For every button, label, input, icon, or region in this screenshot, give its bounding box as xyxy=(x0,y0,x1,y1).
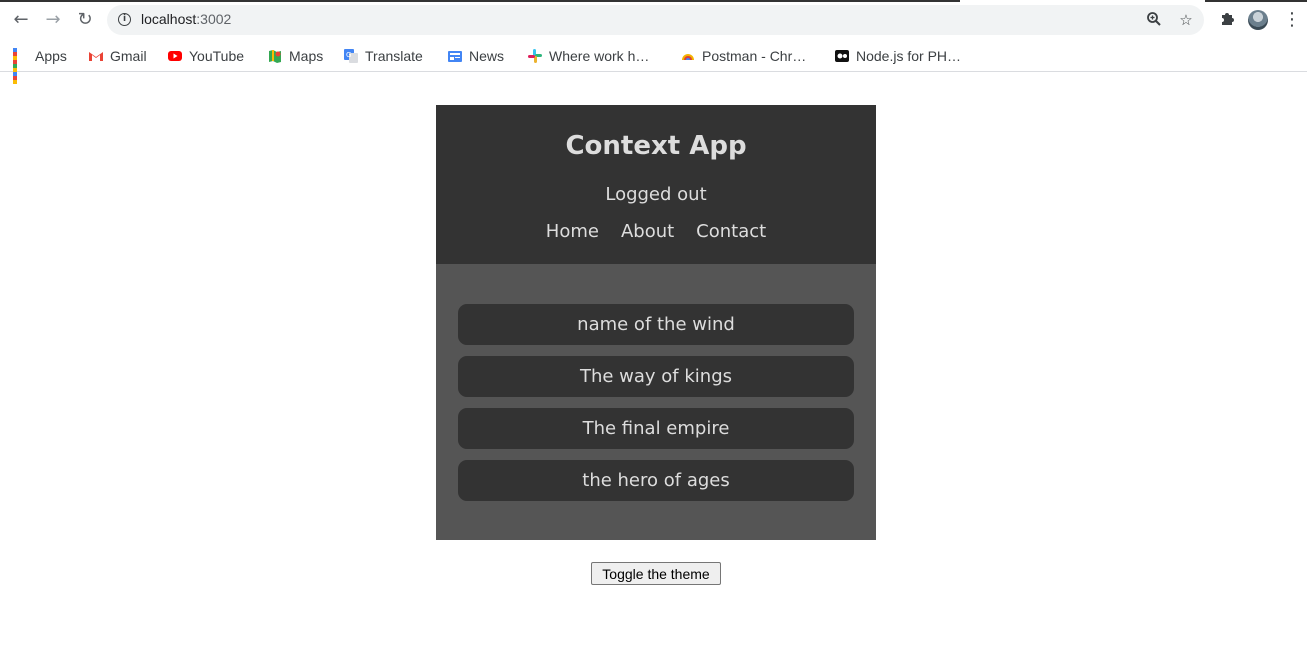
bookmark-star-icon[interactable]: ☆ xyxy=(1177,11,1195,29)
bookmark-gmail[interactable]: Gmail xyxy=(88,44,147,68)
svg-text:G: G xyxy=(346,51,351,59)
bookmark-label: Maps xyxy=(289,48,324,64)
list-item[interactable]: name of the wind xyxy=(458,304,854,345)
profile-avatar[interactable] xyxy=(1248,10,1268,30)
back-arrow-icon[interactable]: ← xyxy=(9,8,33,32)
slack-icon xyxy=(527,48,543,64)
forward-arrow-icon[interactable]: → xyxy=(41,8,65,32)
maps-icon xyxy=(267,48,283,64)
list-item[interactable]: The final empire xyxy=(458,408,854,449)
translate-icon: G xyxy=(343,48,359,64)
tab-strip-edge-right xyxy=(1205,0,1307,2)
bookmark-label: Postman - Chr… xyxy=(702,48,807,64)
bookmark-nodejs[interactable]: Node.js for PH… xyxy=(834,44,961,68)
context-app: Context App Logged out Home About Contac… xyxy=(436,105,876,540)
apps-grid-icon xyxy=(13,48,29,84)
bookmark-label: Where work h… xyxy=(549,48,650,64)
book-list: name of the wind The way of kings The fi… xyxy=(458,304,854,512)
url-port: :3002 xyxy=(196,11,232,27)
list-item[interactable]: the hero of ages xyxy=(458,460,854,501)
extensions-puzzle-icon[interactable] xyxy=(1217,10,1237,30)
nav-link-home[interactable]: Home xyxy=(546,221,599,242)
reload-icon[interactable]: ↻ xyxy=(73,8,97,32)
bookmark-slack[interactable]: Where work h… xyxy=(527,44,649,68)
youtube-icon xyxy=(167,48,183,64)
url-host: localhost xyxy=(141,11,197,27)
page-title: Context App xyxy=(565,131,747,161)
list-item[interactable]: The way of kings xyxy=(458,356,854,397)
news-icon xyxy=(447,48,463,64)
toggle-theme-button[interactable]: Toggle the theme xyxy=(591,562,721,585)
info-icon[interactable]: i xyxy=(118,13,131,26)
app-navbar: Context App Logged out Home About Contac… xyxy=(436,105,876,264)
bookmark-label: News xyxy=(469,48,505,64)
nav-links: Home About Contact xyxy=(436,221,876,242)
browser-menu-icon[interactable]: ⋮ xyxy=(1283,9,1301,31)
bookmarks-bar: Apps Gmail YouTube Maps G Translate News… xyxy=(0,40,1307,84)
bookmark-maps[interactable]: Maps xyxy=(267,44,323,68)
nav-link-about[interactable]: About xyxy=(621,221,674,242)
bookmark-youtube[interactable]: YouTube xyxy=(167,44,244,68)
postman-icon xyxy=(680,48,696,64)
zoom-icon[interactable] xyxy=(1145,11,1163,29)
bookmark-label: Translate xyxy=(365,48,423,64)
nav-link-contact[interactable]: Contact xyxy=(696,221,766,242)
url-text[interactable]: localhost:3002 xyxy=(141,11,231,27)
bookmark-apps[interactable]: Apps xyxy=(13,44,67,84)
nodejs-icon xyxy=(834,48,850,64)
bookmark-label: YouTube xyxy=(189,48,245,64)
bookmark-news[interactable]: News xyxy=(447,44,504,68)
bookmark-label: Gmail xyxy=(110,48,147,64)
address-bar[interactable]: i localhost:3002 ☆ xyxy=(107,5,1204,35)
gmail-icon xyxy=(88,48,104,64)
bookmark-translate[interactable]: G Translate xyxy=(343,44,423,68)
auth-status[interactable]: Logged out xyxy=(436,184,876,205)
bookmark-postman[interactable]: Postman - Chr… xyxy=(680,44,806,68)
browser-toolbar: ← → ↻ i localhost:3002 ☆ ⋮ xyxy=(0,0,1307,40)
bookmark-label: Apps xyxy=(35,48,67,64)
bookmark-label: Node.js for PH… xyxy=(856,48,962,64)
tab-strip-edge xyxy=(0,0,960,2)
